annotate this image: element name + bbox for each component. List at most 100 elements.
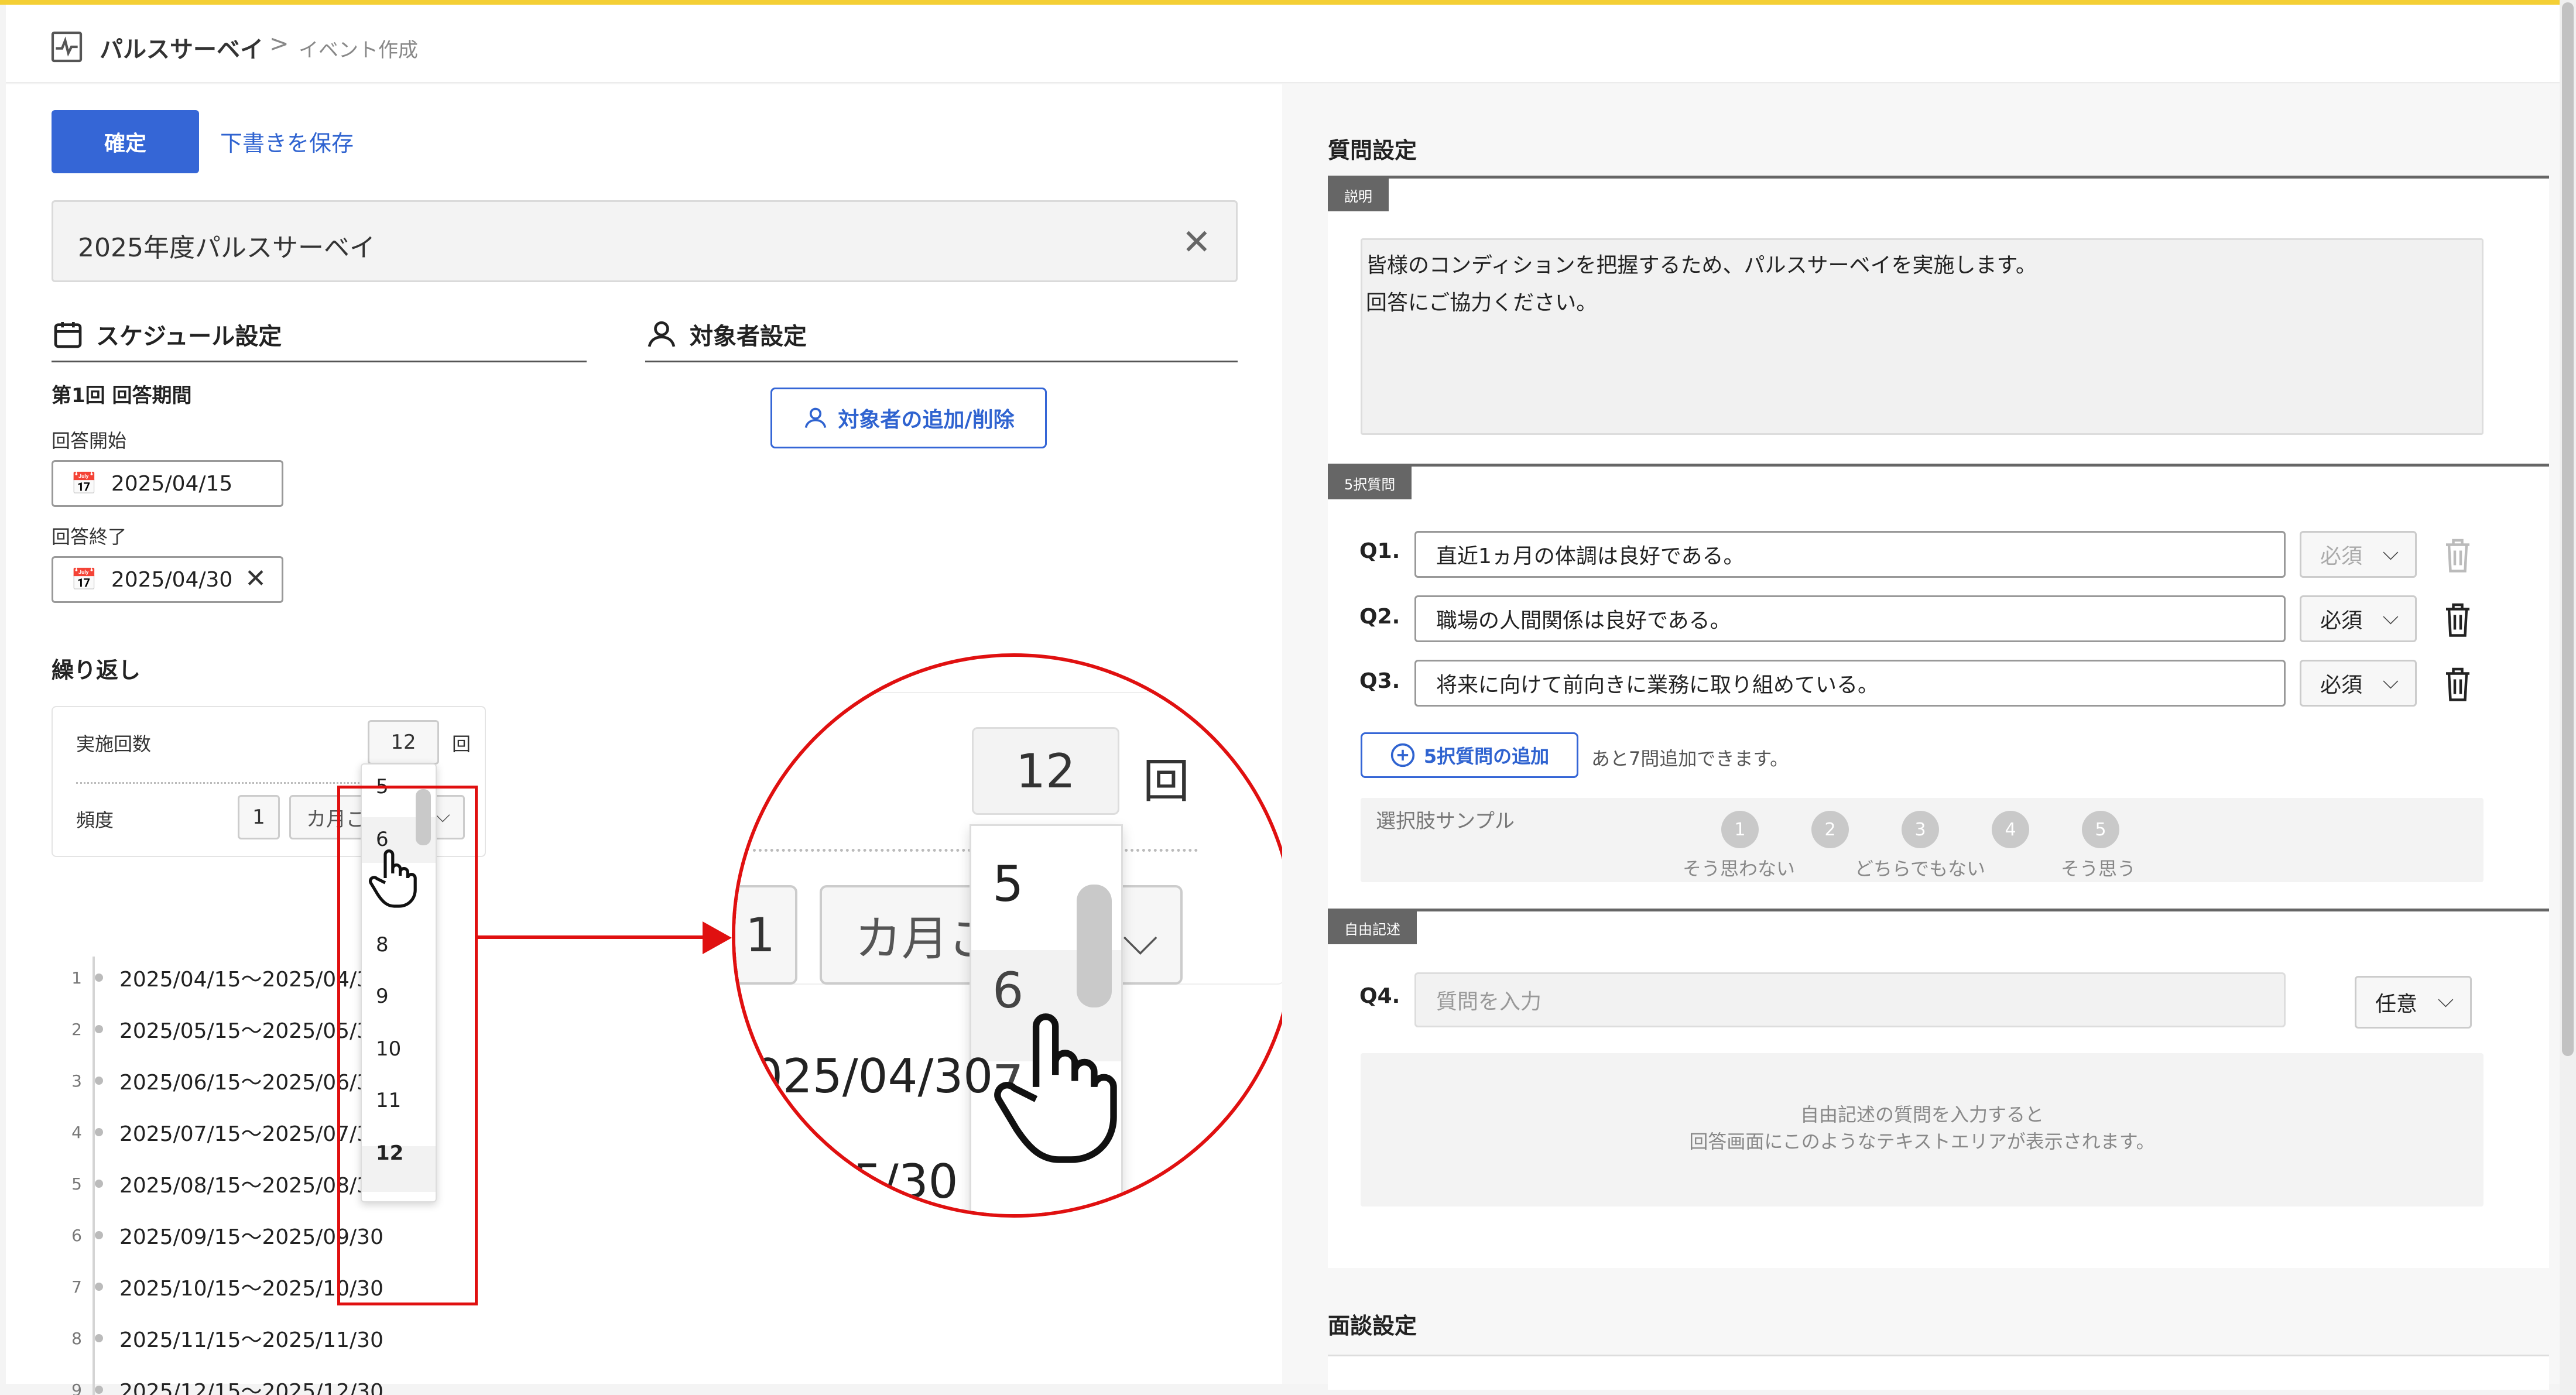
scale-label: どちらでもない	[1855, 858, 1986, 880]
question-input[interactable]: 将来に向けて前向きに業務に取り組めている。	[1414, 660, 2286, 707]
interview-card	[1328, 1355, 2549, 1390]
schedule-divider	[52, 361, 587, 362]
question-input[interactable]: 質問を入力	[1414, 972, 2286, 1027]
add-five-choice-label: 5択質問の追加	[1423, 745, 1550, 767]
add-remove-target-button[interactable]: 対象者の追加/削除	[770, 388, 1047, 448]
breadcrumb-separator: >	[269, 30, 289, 57]
timeline-dot	[95, 1334, 103, 1342]
count-select[interactable]: 12	[368, 720, 439, 765]
timeline-date-range: 2025/11/15〜2025/11/30	[119, 1328, 383, 1352]
timeline-dot	[95, 1180, 103, 1188]
breadcrumb-current: イベント作成	[299, 39, 418, 62]
page-scrollbar[interactable]	[2560, 0, 2576, 1395]
timeline-dot	[95, 1231, 103, 1239]
description-card: 説明 皆様のコンディションを把握するため、パルスサーベイを実施します。 回答にご…	[1328, 176, 2549, 464]
scale-circle: 2	[1811, 811, 1849, 848]
app-frame: パルスサーベイ > イベント作成 確定 下書きを保存 2025年度パルスサーベイ…	[0, 0, 2576, 1395]
calendar-icon: 📅	[71, 472, 97, 496]
timeline-dot	[95, 1283, 103, 1291]
schedule-heading: スケジュール設定	[52, 317, 282, 351]
description-tag: 説明	[1328, 179, 1389, 211]
question-label: Q3.	[1359, 669, 1400, 693]
zoom-frequency-value: 1	[745, 907, 775, 962]
scale-circle: 1	[1721, 811, 1759, 848]
zoom-count-select: 12	[972, 727, 1119, 815]
close-icon[interactable]: ✕	[1182, 222, 1211, 263]
zoom-date: 025/04/30	[753, 1049, 994, 1103]
trash-icon[interactable]	[2440, 599, 2475, 640]
timeline-number: 8	[71, 1328, 82, 1348]
zoom-magnifier: 12 回 1 カ月ご ⌵ 5 6 7 025/04/30 25/30	[732, 653, 1296, 1218]
required-select[interactable]: 必須 ⌵	[2300, 595, 2417, 642]
required-select[interactable]: 必須 ⌵	[2300, 660, 2417, 707]
highlight-box	[337, 786, 478, 1305]
optional-value: 任意	[2375, 992, 2418, 1016]
trash-icon[interactable]	[2440, 534, 2475, 575]
target-heading: 対象者設定	[645, 317, 807, 351]
timeline-number: 7	[71, 1277, 82, 1297]
free-text-card: 自由記述 Q4. 質問を入力 任意 ⌵ 自由記述の質問を入力すると 回答画面にこの…	[1328, 909, 2549, 1268]
end-date-value: 2025/04/30	[111, 567, 233, 592]
confirm-button[interactable]: 確定	[52, 110, 199, 173]
zoom-count-unit: 回	[1143, 754, 1190, 808]
timeline-number: 1	[71, 968, 82, 988]
description-textarea[interactable]: 皆様のコンディションを把握するため、パルスサーベイを実施します。 回答にご協力く…	[1361, 238, 2483, 435]
add-remove-target-label: 対象者の追加/削除	[838, 408, 1015, 432]
required-value: 必須	[2320, 544, 2363, 568]
timeline-number: 4	[71, 1122, 82, 1142]
choice-sample: 選択肢サンプル 1 2 3 4 5 そう思わない どちらでもない そう思う	[1361, 798, 2483, 882]
target-heading-text: 対象者設定	[690, 323, 807, 350]
frequency-number-input[interactable]: 1	[238, 795, 280, 839]
start-date-value: 2025/04/15	[111, 471, 233, 496]
user-icon	[805, 407, 827, 428]
target-divider	[645, 361, 1238, 362]
timeline-dot	[95, 1128, 103, 1136]
period-label: 第1回 回答期間	[52, 384, 192, 407]
pulse-survey-icon	[51, 31, 83, 63]
end-label: 回答終了	[52, 526, 127, 548]
question-label: Q1.	[1359, 539, 1400, 563]
scale-circle: 3	[1902, 811, 1939, 848]
required-value: 必須	[2320, 609, 2363, 633]
timeline-number: 5	[71, 1174, 82, 1194]
trash-icon[interactable]	[2440, 663, 2475, 704]
save-draft-link[interactable]: 下書きを保存	[220, 125, 354, 157]
free-text-preview: 自由記述の質問を入力すると 回答画面にこのようなテキストエリアが表示されます。	[1361, 1053, 2483, 1207]
schedule-heading-text: スケジュール設定	[96, 323, 282, 350]
start-date-field[interactable]: 📅 2025/04/15	[52, 460, 283, 507]
question-label: Q2.	[1359, 605, 1400, 629]
event-title-input[interactable]: 2025年度パルスサーベイ ✕	[52, 200, 1238, 282]
event-title-value: 2025年度パルスサーベイ	[78, 233, 375, 263]
calendar-icon: 📅	[71, 568, 97, 592]
question-input[interactable]: 直近1ヵ月の体調は良好である。	[1414, 531, 2286, 578]
breadcrumb-app[interactable]: パルスサーベイ	[100, 30, 263, 64]
question-label: Q4.	[1359, 984, 1400, 1008]
timeline-number: 2	[71, 1019, 82, 1039]
required-select[interactable]: 必須 ⌵	[2300, 531, 2417, 578]
scale-label: そう思う	[2061, 858, 2136, 880]
scale-label: そう思わない	[1683, 858, 1796, 880]
timeline-row: 4 2025/07/15〜2025/07/30	[59, 1115, 383, 1150]
scale-circle: 5	[2082, 811, 2119, 848]
question-input[interactable]: 職場の人間関係は良好である。	[1414, 595, 2286, 642]
zoom-scrollbar	[1077, 885, 1112, 1007]
clear-icon[interactable]: ✕	[245, 564, 266, 594]
interview-heading: 面談設定	[1328, 1313, 1417, 1339]
optional-select[interactable]: 任意 ⌵	[2355, 976, 2472, 1029]
end-date-field[interactable]: 📅 2025/04/30 ✕	[52, 556, 283, 603]
timeline-dot	[95, 1077, 103, 1085]
left-panel: 確定 下書きを保存 2025年度パルスサーベイ ✕ スケジュール設定 第1回 回…	[6, 84, 1296, 1395]
timeline-row: 6 2025/09/15〜2025/09/30	[59, 1218, 383, 1253]
questions-heading: 質問設定	[1328, 138, 1417, 163]
free-text-tag: 自由記述	[1328, 911, 1417, 944]
timeline-number: 6	[71, 1225, 82, 1245]
timeline-row: 8 2025/11/15〜2025/11/30	[59, 1321, 383, 1356]
page-scrollbar-thumb[interactable]	[2562, 2, 2574, 1056]
hand-cursor-icon	[994, 1013, 1117, 1163]
chevron-down-icon: ⌵	[2382, 605, 2399, 629]
add-five-choice-button[interactable]: 5択質問の追加	[1361, 732, 1578, 778]
repeat-label: 繰り返し	[52, 657, 141, 683]
timeline-row: 5 2025/08/15〜2025/08/30	[59, 1166, 383, 1201]
description-line: 回答にご協力ください。	[1366, 291, 1598, 315]
count-unit: 回	[452, 733, 471, 755]
